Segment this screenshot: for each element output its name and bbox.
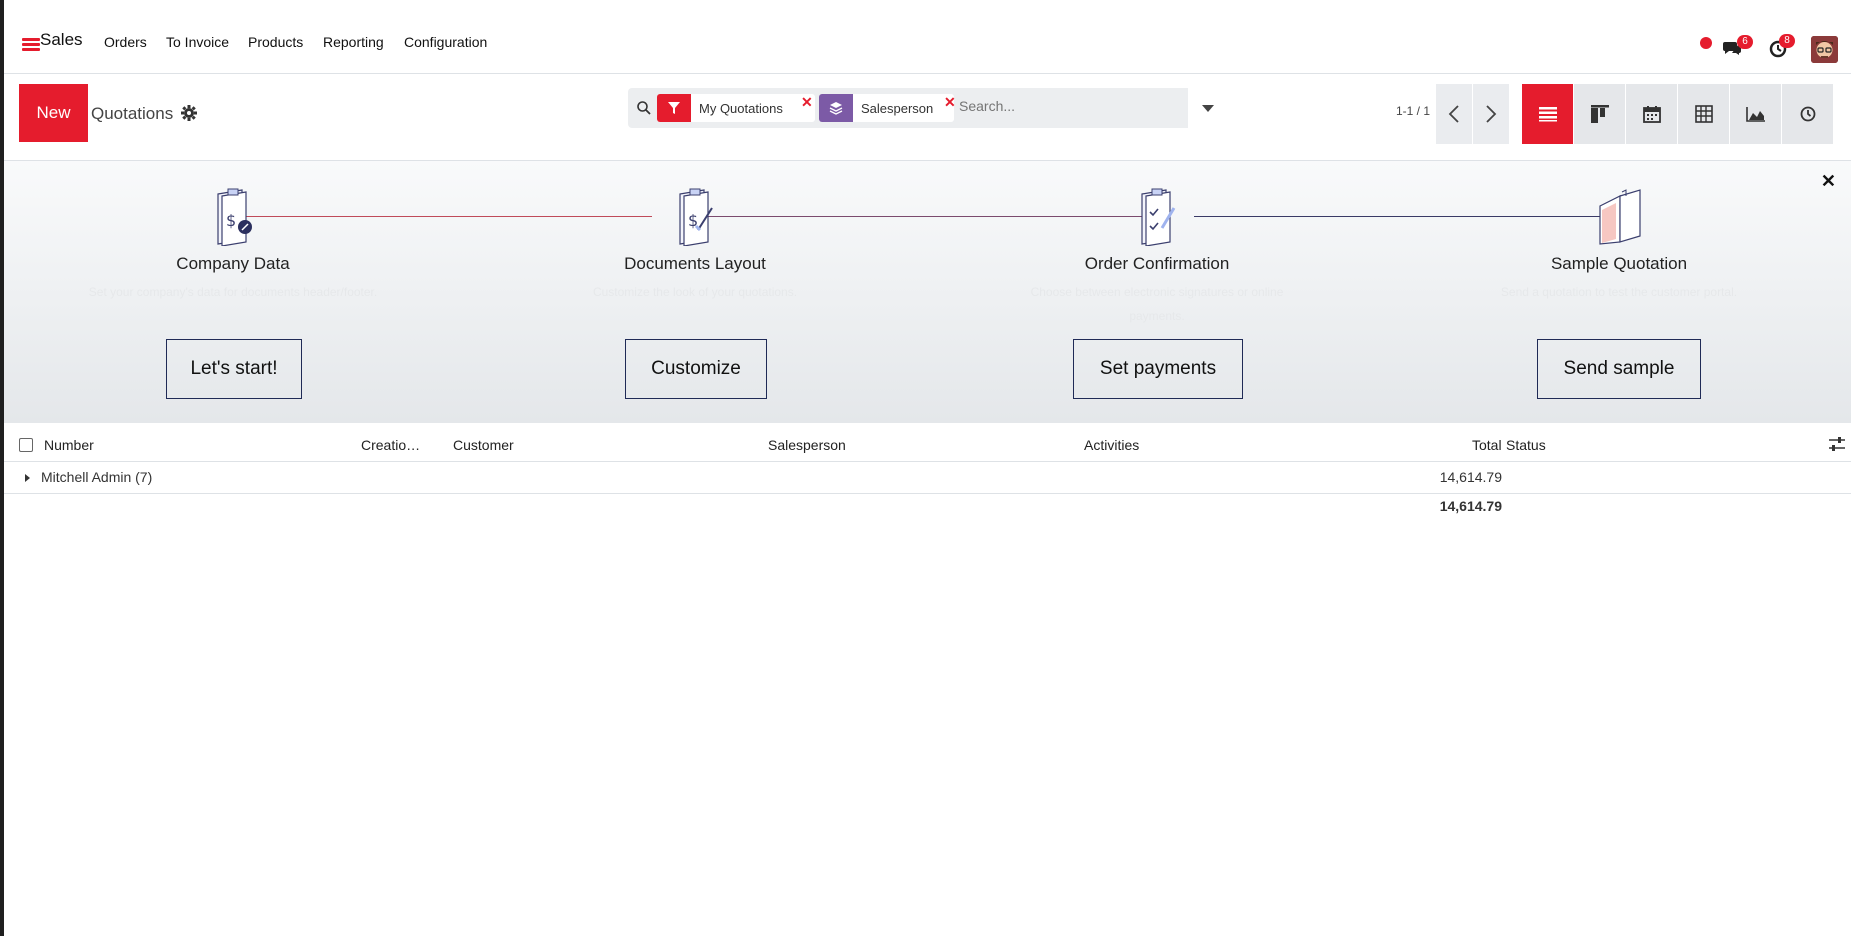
group-total: 14,614.79 — [1439, 469, 1502, 485]
graph-view-icon — [1745, 107, 1765, 122]
open-book-icon — [1594, 186, 1644, 246]
column-salesperson[interactable]: Salesperson — [768, 437, 846, 453]
activity-view-icon — [1800, 106, 1815, 122]
remove-facet-my-quotations-icon[interactable]: ✕ — [801, 94, 813, 111]
select-all-checkbox[interactable] — [19, 438, 33, 452]
onboarding-step-order-confirmation: Order Confirmation Choose between electr… — [1007, 186, 1307, 328]
new-button[interactable]: New — [19, 84, 88, 142]
search-options-chevron-icon[interactable] — [1202, 105, 1214, 112]
clipboard-check-icon — [1132, 186, 1182, 247]
column-creation-date[interactable]: Creatio… — [361, 437, 420, 453]
pager-value[interactable]: 1-1 / 1 — [1396, 104, 1430, 118]
column-status[interactable]: Status — [1506, 437, 1546, 453]
onboarding-step-sample-quotation: Sample Quotation Send a quotation to tes… — [1469, 186, 1769, 328]
nav-orders[interactable]: Orders — [104, 34, 147, 50]
user-avatar[interactable] — [1811, 36, 1838, 63]
graph-view-button[interactable] — [1730, 84, 1781, 144]
clipboard-pen-icon: $ — [670, 186, 720, 247]
step-title: Documents Layout — [624, 254, 766, 273]
grand-total: 14,614.79 — [1439, 498, 1502, 514]
column-customer[interactable]: Customer — [453, 437, 514, 453]
step-description: Set your company's data for documents he… — [88, 285, 378, 299]
column-activities[interactable]: Activities — [1084, 437, 1139, 453]
pager-previous-button[interactable] — [1436, 84, 1472, 144]
lets-start-button[interactable]: Let's start! — [166, 339, 302, 399]
list-footer: 14,614.79 — [4, 494, 1851, 520]
onboarding-panel: ✕ $ Company Data Set your company's data… — [4, 161, 1851, 423]
clipboard-dollar-icon: $ — [208, 186, 258, 247]
pager-next-button[interactable] — [1473, 84, 1509, 144]
step-title: Company Data — [176, 254, 290, 273]
step-title: Sample Quotation — [1550, 254, 1688, 273]
top-navbar: Sales Orders To Invoice Products Reporti… — [4, 6, 1851, 74]
column-total[interactable]: Total — [1472, 437, 1502, 453]
nav-to-invoice[interactable]: To Invoice — [166, 34, 229, 50]
layers-icon — [819, 94, 853, 122]
page-title[interactable]: Quotations — [91, 104, 173, 124]
close-onboarding-icon[interactable]: ✕ — [1821, 171, 1836, 192]
step-description: Customize the look of your quotations. — [592, 285, 798, 299]
customize-button[interactable]: Customize — [625, 339, 767, 399]
search-input[interactable] — [959, 98, 1159, 114]
status-dot-icon[interactable] — [1700, 37, 1712, 49]
caret-right-icon[interactable] — [25, 474, 30, 482]
search-icon — [636, 100, 652, 116]
control-panel: New Quotations My Quotations ✕ Salespers… — [4, 75, 1851, 161]
optional-columns-sliders-icon[interactable] — [1828, 436, 1846, 452]
onboarding-step-company-data: $ Company Data Set your company's data f… — [83, 186, 383, 328]
nav-products[interactable]: Products — [248, 34, 303, 50]
app-name[interactable]: Sales — [40, 30, 83, 50]
step-title: Order Confirmation — [1084, 254, 1230, 273]
activity-view-button[interactable] — [1782, 84, 1833, 144]
onboarding-step-documents-layout: $ Documents Layout Customize the look of… — [545, 186, 845, 328]
gear-icon[interactable] — [181, 105, 197, 121]
kanban-view-button[interactable] — [1574, 84, 1625, 144]
search-bar[interactable]: My Quotations ✕ Salesperson ✕ — [628, 88, 1188, 128]
kanban-view-icon — [1590, 105, 1609, 123]
pivot-view-icon — [1694, 105, 1713, 123]
filter-icon — [657, 94, 691, 122]
step-description: Send a quotation to test the customer po… — [1500, 285, 1738, 299]
calendar-view-button[interactable] — [1626, 84, 1677, 144]
messages-badge: 6 — [1737, 35, 1753, 49]
apps-menu-icon[interactable] — [22, 38, 40, 52]
calendar-view-icon — [1642, 106, 1661, 123]
group-row[interactable]: Mitchell Admin (7) 14,614.79 — [4, 462, 1851, 494]
send-sample-button[interactable]: Send sample — [1537, 339, 1701, 399]
list-view-icon — [1538, 107, 1557, 122]
step-description: Choose between electronic signatures or … — [1030, 285, 1284, 323]
set-payments-button[interactable]: Set payments — [1073, 339, 1243, 399]
column-number[interactable]: Number — [44, 437, 94, 453]
nav-configuration[interactable]: Configuration — [404, 34, 487, 50]
facet-label: Salesperson — [861, 100, 934, 116]
facet-my-quotations[interactable]: My Quotations — [657, 94, 815, 122]
svg-text:$: $ — [226, 211, 236, 230]
facet-salesperson[interactable]: Salesperson — [819, 94, 954, 122]
list-view-button[interactable] — [1522, 84, 1573, 144]
list-header: Number Creatio… Customer Salesperson Act… — [4, 427, 1851, 462]
remove-facet-salesperson-icon[interactable]: ✕ — [944, 94, 956, 111]
nav-reporting[interactable]: Reporting — [323, 34, 384, 50]
group-label[interactable]: Mitchell Admin (7) — [41, 469, 152, 485]
facet-label: My Quotations — [699, 100, 783, 116]
activities-badge: 8 — [1779, 34, 1795, 48]
pivot-view-button[interactable] — [1678, 84, 1729, 144]
